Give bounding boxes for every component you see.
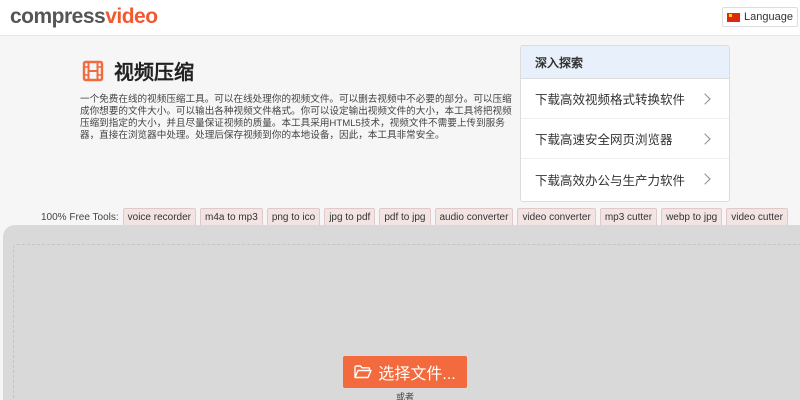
tool-link-voice-recorder[interactable]: voice recorder	[122, 207, 196, 227]
tool-link-audio-converter[interactable]: audio converter	[434, 207, 514, 227]
logo-text-video: video	[105, 5, 158, 28]
tool-link-video-cutter[interactable]: video cutter	[726, 207, 788, 227]
site-logo[interactable]: compressvideo	[10, 5, 158, 29]
explore-link-video-converter[interactable]: 下载高效视频格式转换软件	[521, 79, 729, 119]
or-separator: 或者	[396, 392, 415, 400]
explore-link-label: 下载高速安全网页浏览器	[535, 133, 673, 147]
folder-open-icon	[354, 365, 373, 379]
chevron-right-icon	[699, 132, 711, 145]
tool-link-webp-to-jpg[interactable]: webp to jpg	[661, 207, 723, 227]
explore-link-office[interactable]: 下载高效办公与生产力软件	[521, 159, 729, 199]
film-icon	[82, 60, 104, 81]
page-title-group: 视频压缩	[82, 56, 194, 85]
chevron-right-icon	[699, 92, 711, 105]
logo-text-compress: compress	[10, 5, 106, 28]
language-button[interactable]: Language	[722, 7, 798, 27]
china-flag-icon	[727, 12, 741, 22]
language-label: Language	[744, 11, 793, 23]
explore-link-browser[interactable]: 下载高速安全网页浏览器	[521, 119, 729, 159]
free-tools-label: 100% Free Tools:	[41, 211, 119, 223]
tool-link-video-converter[interactable]: video converter	[517, 207, 596, 227]
explore-link-label: 下载高效视频格式转换软件	[535, 93, 686, 107]
top-bar: compressvideo Language	[0, 0, 800, 36]
page-title: 视频压缩	[114, 62, 194, 84]
tool-link-mp3-cutter[interactable]: mp3 cutter	[599, 207, 658, 227]
choose-file-label: 选择文件...	[378, 366, 456, 383]
tool-link-jpg-to-pdf[interactable]: jpg to pdf	[324, 207, 376, 227]
explore-panel: 深入探索 下载高效视频格式转换软件 下载高速安全网页浏览器 下载高效办公与生产力…	[520, 45, 730, 202]
explore-heading: 深入探索	[521, 46, 729, 79]
tool-link-png-to-ico[interactable]: png to ico	[266, 207, 321, 227]
free-tools-bar: 100% Free Tools: voice recorder m4a to m…	[41, 207, 788, 227]
chevron-right-icon	[699, 173, 711, 185]
tool-link-m4a-to-mp3[interactable]: m4a to mp3	[200, 207, 263, 227]
explore-link-label: 下载高效办公与生产力软件	[535, 173, 686, 188]
tool-description: 一个免费在线的视频压缩工具。可以在线处理你的视频文件。可以删去视频中不必要的部分…	[80, 94, 512, 141]
choose-file-button[interactable]: 选择文件...	[343, 356, 467, 388]
tool-link-pdf-to-jpg[interactable]: pdf to jpg	[379, 207, 431, 227]
